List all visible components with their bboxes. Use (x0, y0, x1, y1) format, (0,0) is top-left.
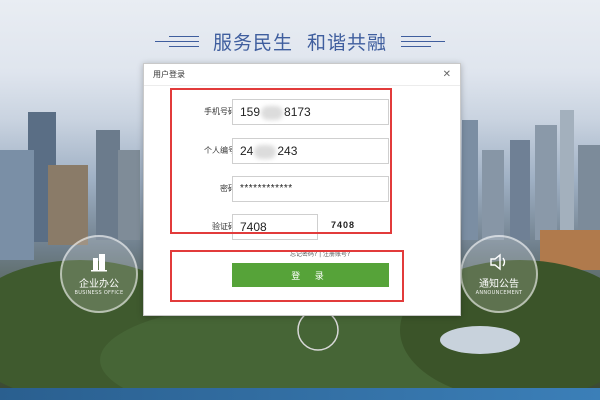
password-input[interactable]: ************ (232, 176, 389, 202)
captcha-image[interactable]: 7408 (331, 220, 355, 230)
dialog-title: 用户登录 (153, 70, 185, 79)
slogan-right: 和谐共融 (307, 31, 388, 54)
redaction-blur (254, 144, 277, 159)
dialog-header: 用户登录 ✕ (144, 64, 460, 86)
forgot-register-links[interactable]: 忘记密码? | 注册账号? (290, 249, 350, 258)
bottom-strip (0, 388, 600, 400)
captcha-row: 验证码 7408 7408 (144, 214, 462, 240)
password-row: 密码 ************ (144, 176, 462, 202)
phone-input[interactable]: 159 8173 (232, 99, 389, 125)
id-number-input[interactable]: 24 243 (232, 138, 389, 164)
announcement-button[interactable]: 通知公告 ANNOUNCEMENT (460, 235, 538, 313)
slogan-banner: 服务民生 和谐共融 (0, 26, 600, 56)
announcement-sub: ANNOUNCEMENT (475, 290, 523, 296)
login-dialog: 用户登录 ✕ 手机号码 159 8173 个人编号 24 243 密码 ******… (143, 63, 461, 316)
business-office-button[interactable]: 企业办公 BUSINESS OFFICE (60, 235, 138, 313)
phone-value-end: 8173 (284, 105, 311, 119)
close-icon[interactable]: ✕ (443, 69, 451, 80)
decor-lines-right (401, 35, 446, 47)
business-office-sub: BUSINESS OFFICE (74, 290, 124, 296)
business-office-label: 企业办公 (79, 279, 119, 290)
decor-lines-left (154, 35, 199, 47)
announcement-label: 通知公告 (479, 279, 519, 290)
phone-value-start: 159 (240, 105, 261, 119)
login-button[interactable]: 登 录 (232, 263, 389, 287)
captcha-input[interactable]: 7408 (232, 214, 318, 240)
speaker-icon (490, 253, 506, 271)
building-icon (91, 254, 107, 272)
redaction-blur (261, 105, 284, 120)
id-value-start: 24 (240, 144, 254, 158)
slogan-left: 服务民生 (212, 31, 293, 54)
id-number-row: 个人编号 24 243 (144, 138, 462, 164)
phone-row: 手机号码 159 8173 (144, 99, 462, 125)
id-value-end: 243 (277, 144, 298, 158)
